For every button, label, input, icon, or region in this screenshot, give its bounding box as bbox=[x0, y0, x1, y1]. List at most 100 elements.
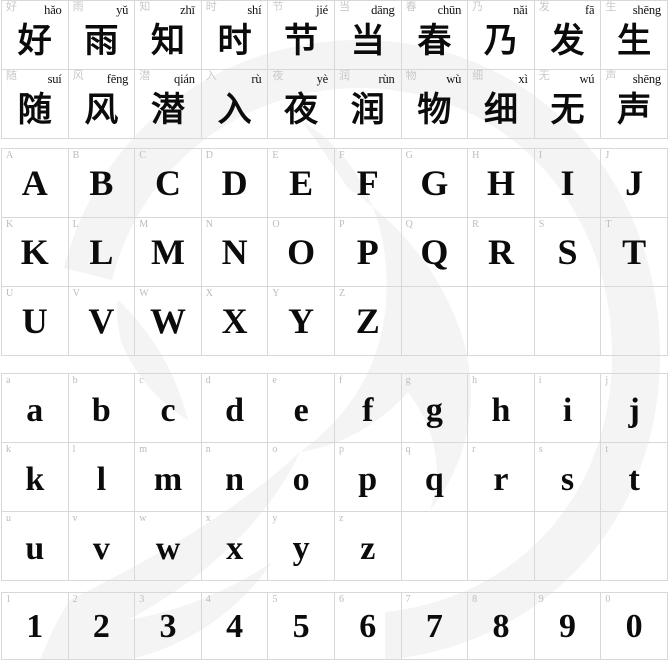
glyph-cell[interactable]: UU bbox=[2, 287, 69, 356]
glyph-cell-empty bbox=[468, 512, 535, 581]
glyph-cell[interactable]: oo bbox=[268, 443, 335, 512]
glyph-cell[interactable]: 细 xì 细 bbox=[468, 70, 535, 139]
main-glyph: d bbox=[225, 392, 245, 429]
glyph-cell[interactable]: ss bbox=[534, 443, 602, 512]
glyph-cell[interactable]: LL bbox=[68, 218, 136, 287]
glyph-cell[interactable]: rr bbox=[468, 443, 535, 512]
glyph-cell[interactable]: XX bbox=[201, 287, 269, 356]
pinyin-label: nǎi bbox=[513, 3, 528, 17]
glyph-cell[interactable]: 入 rù 入 bbox=[201, 70, 269, 139]
glyph-cell[interactable]: VV bbox=[68, 287, 136, 356]
main-glyph: 润 bbox=[350, 90, 385, 130]
glyph-cell[interactable]: cc bbox=[135, 374, 202, 443]
glyph-cell[interactable]: 99 bbox=[534, 593, 602, 660]
glyph-cell[interactable]: TT bbox=[601, 218, 668, 287]
glyph-cell[interactable]: ww bbox=[135, 512, 202, 581]
glyph-cell[interactable]: ee bbox=[268, 374, 335, 443]
glyph-cell[interactable]: 00 bbox=[601, 593, 668, 660]
glyph-cell[interactable]: HH bbox=[468, 149, 535, 218]
glyph-cell[interactable]: 生 shēng 生 bbox=[601, 1, 668, 70]
glyph-cell[interactable]: PP bbox=[334, 218, 402, 287]
glyph-cell[interactable]: zz bbox=[334, 512, 402, 581]
glyph-cell[interactable]: 当 dāng 当 bbox=[334, 1, 402, 70]
glyph-cell[interactable]: 55 bbox=[268, 593, 335, 660]
glyph-cell[interactable]: NN bbox=[201, 218, 269, 287]
main-glyph: 3 bbox=[159, 608, 177, 645]
glyph-cell[interactable]: 发 fā 发 bbox=[534, 1, 602, 70]
main-glyph: 潜 bbox=[150, 90, 185, 130]
glyph-cell[interactable]: pp bbox=[334, 443, 402, 512]
pinyin-label: shí bbox=[247, 3, 262, 17]
pinyin-label: qián bbox=[174, 72, 195, 86]
glyph-cell[interactable]: KK bbox=[2, 218, 69, 287]
glyph-cell[interactable]: 潜 qián 潜 bbox=[135, 70, 202, 139]
glyph-cell[interactable]: BB bbox=[68, 149, 136, 218]
glyph-cell[interactable]: mm bbox=[135, 443, 202, 512]
glyph-cell[interactable]: DD bbox=[201, 149, 269, 218]
glyph-cell[interactable]: 66 bbox=[334, 593, 402, 660]
glyph-cell[interactable]: CC bbox=[135, 149, 202, 218]
glyph-cell[interactable]: nn bbox=[201, 443, 269, 512]
glyph-cell[interactable]: ll bbox=[68, 443, 136, 512]
glyph-cell[interactable]: 好 hǎo 好 bbox=[2, 1, 69, 70]
glyph-cell[interactable]: bb bbox=[68, 374, 136, 443]
corner-glyph-label: 入 bbox=[205, 70, 217, 82]
glyph-cell[interactable]: 无 wú 无 bbox=[534, 70, 602, 139]
glyph-cell[interactable]: 声 shēng 声 bbox=[601, 70, 668, 139]
main-glyph: b bbox=[91, 392, 111, 429]
glyph-cell[interactable]: 44 bbox=[201, 593, 269, 660]
glyph-cell[interactable]: kk bbox=[2, 443, 69, 512]
glyph-cell[interactable]: yy bbox=[268, 512, 335, 581]
corner-glyph-label: 知 bbox=[139, 1, 151, 13]
glyph-cell[interactable]: 时 shí 时 bbox=[201, 1, 269, 70]
glyph-cell[interactable]: JJ bbox=[601, 149, 668, 218]
main-glyph: A bbox=[21, 163, 48, 203]
glyph-cell[interactable]: 88 bbox=[468, 593, 535, 660]
main-glyph: 物 bbox=[417, 90, 452, 130]
glyph-cell[interactable]: 物 wù 物 bbox=[401, 70, 469, 139]
glyph-cell[interactable]: vv bbox=[68, 512, 136, 581]
glyph-cell[interactable]: hh bbox=[468, 374, 535, 443]
glyph-cell[interactable]: II bbox=[534, 149, 602, 218]
glyph-cell[interactable]: 润 rùn 润 bbox=[334, 70, 402, 139]
glyph-cell[interactable]: xx bbox=[201, 512, 269, 581]
glyph-cell[interactable]: SS bbox=[534, 218, 602, 287]
glyph-cell[interactable]: QQ bbox=[401, 218, 469, 287]
glyph-cell[interactable]: ff bbox=[334, 374, 402, 443]
glyph-cell[interactable]: 春 chūn 春 bbox=[401, 1, 469, 70]
glyph-cell[interactable]: 11 bbox=[2, 593, 69, 660]
glyph-cell[interactable]: RR bbox=[468, 218, 535, 287]
glyph-cell[interactable]: 节 jié 节 bbox=[268, 1, 335, 70]
pinyin-label: shēng bbox=[632, 72, 661, 86]
glyph-cell[interactable]: 乃 nǎi 乃 bbox=[468, 1, 535, 70]
glyph-cell[interactable]: 夜 yè 夜 bbox=[268, 70, 335, 139]
glyph-cell[interactable]: 知 zhī 知 bbox=[135, 1, 202, 70]
glyph-cell[interactable]: OO bbox=[268, 218, 335, 287]
corner-glyph-label: 物 bbox=[405, 70, 417, 82]
glyph-cell[interactable]: uu bbox=[2, 512, 69, 581]
glyph-cell[interactable]: AA bbox=[2, 149, 69, 218]
glyph-cell[interactable]: ii bbox=[534, 374, 602, 443]
glyph-cell[interactable]: MM bbox=[135, 218, 202, 287]
glyph-cell[interactable]: 77 bbox=[401, 593, 469, 660]
glyph-cell[interactable]: 33 bbox=[135, 593, 202, 660]
glyph-cell[interactable]: FF bbox=[334, 149, 402, 218]
glyph-cell[interactable]: tt bbox=[601, 443, 668, 512]
pinyin-label: rù bbox=[251, 72, 262, 86]
glyph-cell[interactable]: 雨 yǔ 雨 bbox=[68, 1, 136, 70]
glyph-cell[interactable]: 随 suí 随 bbox=[2, 70, 69, 139]
glyph-cell[interactable]: gg bbox=[401, 374, 469, 443]
glyph-cell[interactable]: dd bbox=[201, 374, 269, 443]
glyph-cell[interactable]: qq bbox=[401, 443, 469, 512]
glyph-cell[interactable]: ZZ bbox=[334, 287, 402, 356]
glyph-cell[interactable]: jj bbox=[601, 374, 668, 443]
glyph-cell[interactable]: 22 bbox=[68, 593, 136, 660]
glyph-cell[interactable]: YY bbox=[268, 287, 335, 356]
main-glyph: y bbox=[292, 530, 310, 567]
glyph-cell[interactable]: WW bbox=[135, 287, 202, 356]
glyph-cell[interactable]: GG bbox=[401, 149, 469, 218]
glyph-cell[interactable]: EE bbox=[268, 149, 335, 218]
glyph-cell[interactable]: aa bbox=[2, 374, 69, 443]
glyph-cell[interactable]: 风 fēng 风 bbox=[68, 70, 136, 139]
corner-glyph-label: 乃 bbox=[472, 1, 484, 13]
